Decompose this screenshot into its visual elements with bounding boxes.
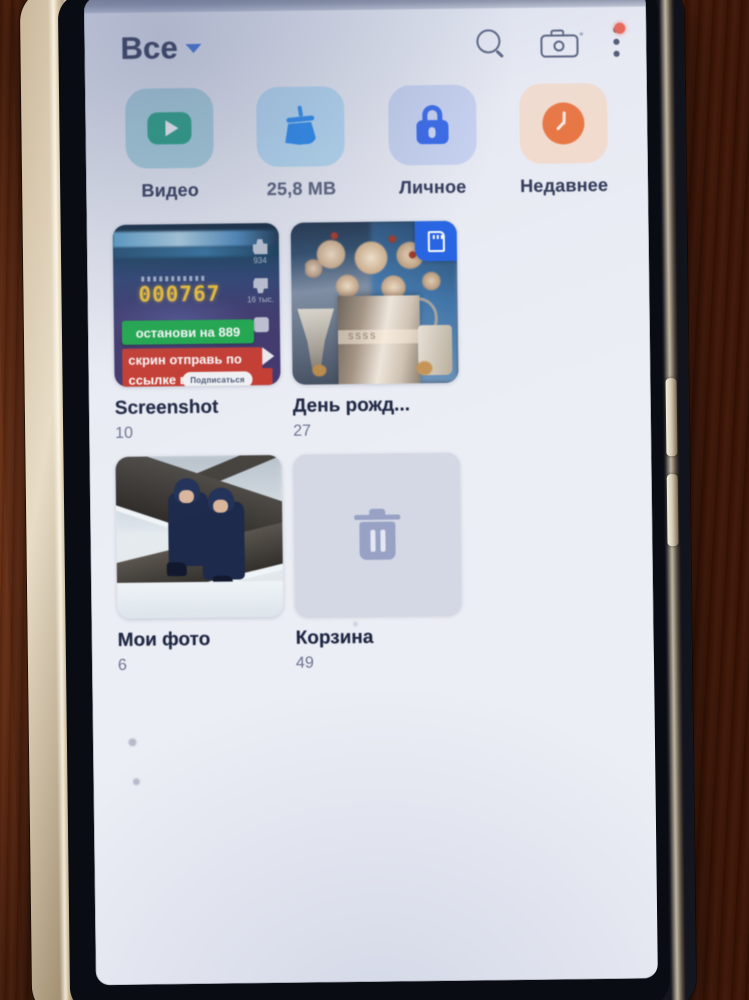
quick-access-label: Личное (399, 176, 467, 198)
quick-access-label: Недавнее (520, 174, 609, 196)
thumbs-up-icon (252, 239, 267, 254)
clock-icon (542, 102, 585, 145)
dust-speck (133, 778, 140, 785)
arrow-icon (262, 347, 275, 366)
trash-tile (293, 452, 462, 617)
album-count: 6 (117, 656, 128, 674)
quick-access-video[interactable]: Видео (109, 87, 230, 202)
like-count: 934 (253, 256, 267, 266)
album-item-trash[interactable]: Корзина 49 (293, 452, 462, 673)
video-tile (124, 87, 214, 169)
thumbs-down-icon (253, 278, 268, 293)
cleanup-tile (256, 86, 346, 168)
album-count: 10 (115, 424, 134, 442)
album-name: Мои фото (117, 628, 211, 651)
header-actions: ٭ (476, 22, 626, 61)
album-thumbnail[interactable]: ЅЅЅЅ (290, 220, 459, 385)
trash-icon (354, 508, 401, 561)
quick-access-recent[interactable]: Недавнее (503, 82, 624, 197)
comment-icon (253, 317, 269, 333)
subscribe-button: Подписаться (182, 371, 253, 387)
volume-button[interactable] (665, 378, 678, 457)
overflow-menu-icon[interactable] (612, 22, 626, 59)
gallery-app-screen: Все ٭ Видео 25,8 MB Личное Недавнее 934 … (83, 0, 658, 986)
private-tile (387, 84, 477, 166)
power-button[interactable] (666, 474, 679, 547)
dislike-count: 16 тыс. (247, 295, 274, 305)
notification-badge (614, 22, 626, 34)
filter-dropdown[interactable]: Все (120, 30, 202, 67)
album-name: Корзина (295, 626, 374, 649)
sd-card-icon (414, 220, 458, 262)
album-count: 27 (293, 422, 312, 440)
camera-icon[interactable]: ٭ (540, 28, 584, 58)
album-thumbnail[interactable] (293, 452, 462, 617)
recent-tile (518, 82, 608, 164)
album-item[interactable]: 000767 934 16 тыс. останови на 889 (112, 222, 282, 443)
overlay-green-banner: останови на 889 (121, 319, 255, 345)
quick-access-private[interactable]: Личное (372, 84, 493, 198)
dust-speck (128, 738, 136, 746)
album-item[interactable]: ЅЅЅЅ День рожд... 27 (290, 220, 460, 441)
app-header: Все ٭ (84, 6, 647, 85)
page-title: Все (120, 30, 179, 66)
search-icon[interactable] (476, 29, 506, 59)
quick-access-row: Видео 25,8 MB Личное Недавнее (85, 82, 648, 202)
quick-access-cleanup[interactable]: 25,8 MB (240, 86, 361, 200)
album-thumbnail[interactable]: 000767 934 16 тыс. останови на 889 (112, 222, 281, 387)
dust-speck (353, 622, 358, 627)
chevron-down-icon (185, 43, 202, 54)
quick-access-label: Видео (141, 179, 200, 201)
album-name: Screenshot (114, 396, 219, 419)
album-name: День рожд... (292, 394, 411, 417)
video-screenshot-image: 000767 934 16 тыс. останови на 889 (112, 222, 281, 387)
broom-clean-icon (281, 105, 322, 147)
phone-bezel: Все ٭ Видео 25,8 MB Личное Недавнее 934 … (57, 0, 671, 1000)
lock-icon (413, 104, 452, 146)
albums-grid: 000767 934 16 тыс. останови на 889 (87, 218, 654, 675)
kids-snowy-tree-image (115, 454, 284, 619)
photo-scene: Все ٭ Видео 25,8 MB Личное Недавнее 934 … (0, 0, 749, 1000)
video-play-icon (147, 112, 192, 145)
album-count: 49 (295, 654, 314, 672)
flash-mark: ٭ (578, 28, 585, 41)
quick-access-label: 25,8 MB (266, 178, 337, 200)
album-thumbnail[interactable] (115, 454, 284, 619)
album-item[interactable]: Мои фото 6 (115, 454, 284, 675)
phone-device: Все ٭ Видео 25,8 MB Личное Недавнее 934 … (19, 0, 697, 1000)
